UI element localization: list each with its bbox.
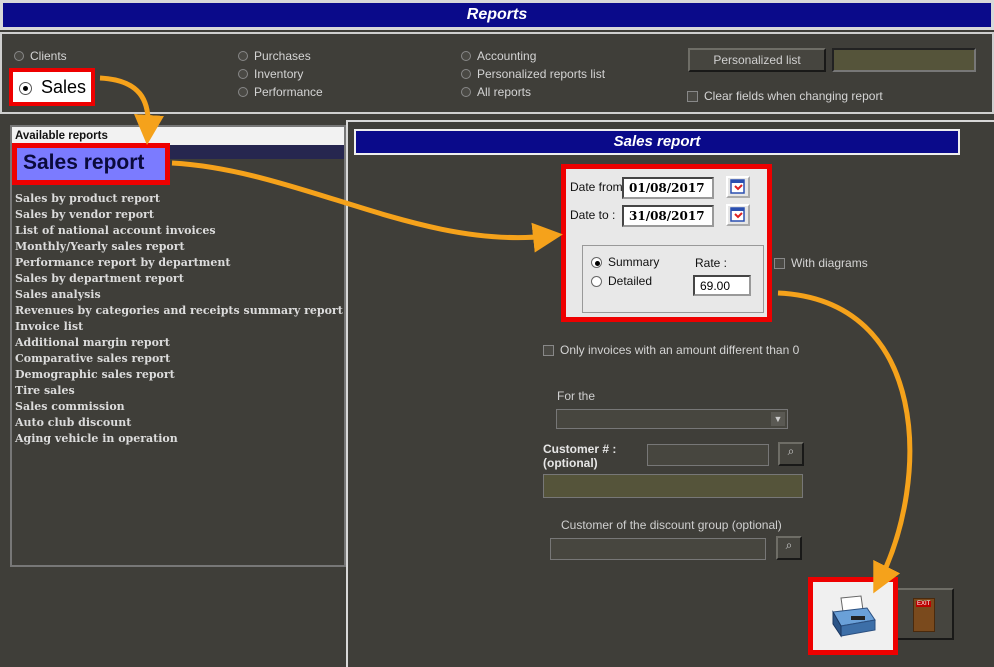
arrow-report-to-dates — [171, 160, 563, 253]
arrow-rate-to-print — [777, 290, 913, 594]
arrow-sales-to-report — [99, 75, 164, 145]
instruction-arrows — [99, 75, 913, 594]
